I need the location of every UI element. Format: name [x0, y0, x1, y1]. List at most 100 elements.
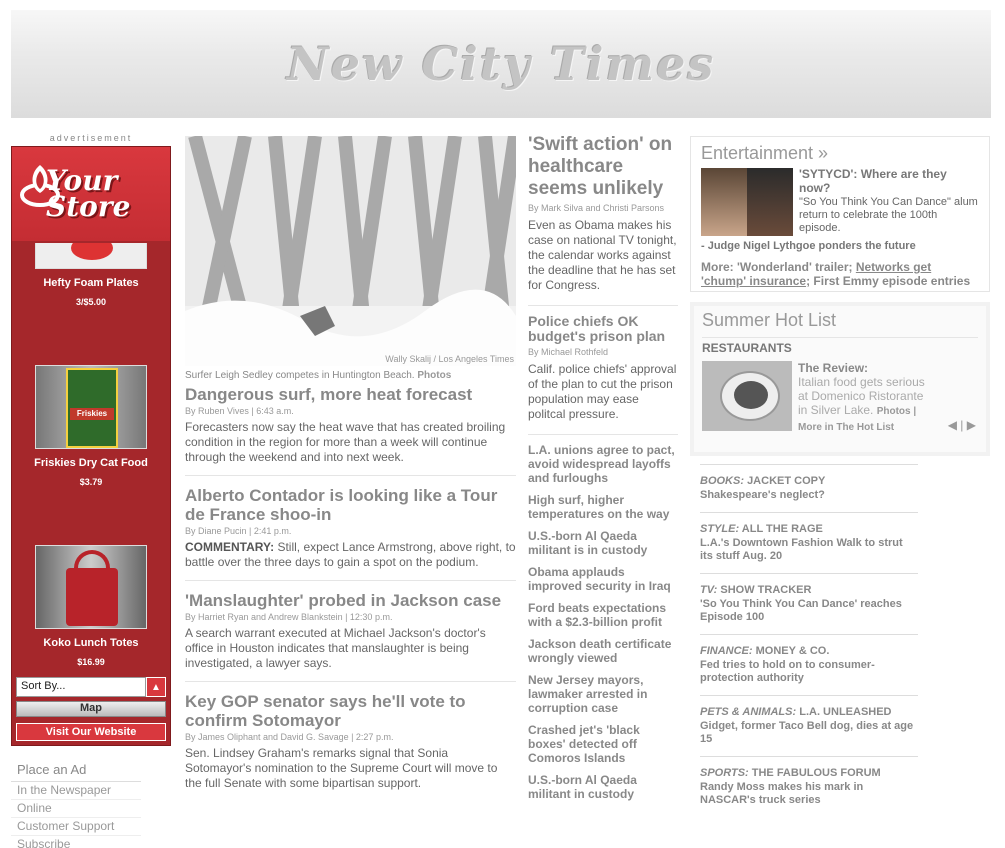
headline-link[interactable]: U.S.-born Al Qaeda militant is in custod… — [528, 529, 678, 557]
section-headline[interactable]: Gidget, former Taco Bell dog, dies at ag… — [700, 720, 918, 746]
divider — [528, 305, 678, 306]
section-name: BOOKS: — [700, 475, 744, 487]
hot-list-category: RESTAURANTS — [702, 337, 978, 355]
entertainment-feature: 'SYTYCD': Where are they now? "So You Th… — [701, 168, 979, 236]
entertainment-box: Entertainment » 'SYTYCD': Where are they… — [690, 136, 990, 292]
section-headline[interactable]: L.A.'s Downtown Fashion Walk to strut it… — [700, 537, 918, 563]
ad-product[interactable]: Friskies Friskies Dry Cat Food $3.79 — [12, 365, 170, 487]
surfer-photo[interactable] — [185, 136, 516, 366]
place-ad-link[interactable]: Customer Support — [11, 818, 141, 836]
place-ad-link[interactable]: Online — [11, 800, 141, 818]
entertainment-more-prefix[interactable]: More: 'Wonderland' trailer; — [701, 260, 853, 274]
story-summary: A search warrant executed at Michael Jac… — [185, 626, 486, 670]
section-kicker: SPORTS: THE FABULOUS FORUM — [700, 767, 918, 779]
masthead[interactable]: New City Times — [11, 10, 991, 118]
story-byline: By James Oliphant and David G. Savage | … — [185, 732, 394, 742]
ad-product[interactable]: Hefty Foam Plates 3/$5.00 — [12, 243, 170, 307]
next-arrow-icon[interactable]: ▶ — [967, 418, 976, 432]
story-headline[interactable]: 'Manslaughter' probed in Jackson case — [185, 591, 516, 610]
visit-website-button[interactable]: Visit Our Website — [16, 723, 166, 741]
separator: | — [960, 418, 964, 432]
section-item[interactable]: STYLE: ALL THE RAGE L.A.'s Downtown Fash… — [700, 512, 918, 573]
sort-select[interactable]: Sort By... — [16, 677, 146, 697]
entertainment-title[interactable]: Entertainment » — [701, 143, 979, 164]
section-kicker: PETS & ANIMALS: L.A. UNLEASHED — [700, 706, 918, 718]
hot-list-box: Summer Hot List RESTAURANTS The Review: … — [690, 302, 990, 456]
column-name: L.A. UNLEASHED — [799, 706, 892, 718]
ad-product-price: $16.99 — [77, 657, 105, 667]
sort-dropdown[interactable]: Sort By... ▲ — [16, 677, 166, 697]
ad-product-name: Koko Lunch Totes — [43, 637, 139, 649]
story: Key GOP senator says he'll vote to confi… — [185, 692, 516, 801]
place-ad-title[interactable]: Place an Ad — [11, 760, 141, 782]
section-item[interactable]: FINANCE: MONEY & CO. Fed tries to hold o… — [700, 634, 918, 695]
hot-list-text: The Review: Italian food gets serious at… — [798, 361, 926, 435]
section-kicker: STYLE: ALL THE RAGE — [700, 523, 918, 535]
ad-product-price: $3.79 — [79, 477, 103, 487]
entertainment-quote: - Judge Nigel Lythgoe ponders the future — [701, 240, 916, 252]
section-item[interactable]: SPORTS: THE FABULOUS FORUM Randy Moss ma… — [700, 756, 918, 817]
dancers-photo[interactable] — [701, 168, 793, 236]
section-headline[interactable]: Shakespeare's neglect? — [700, 489, 918, 502]
story-headline[interactable]: Alberto Contador is looking like a Tour … — [185, 486, 516, 524]
headline-link[interactable]: Obama applauds improved security in Iraq — [528, 565, 678, 593]
ad-product[interactable]: Koko Lunch Totes $16.99 — [12, 545, 170, 667]
hot-list-more-link[interactable]: More in The Hot List — [798, 422, 894, 433]
photo-caption-text: Surfer Leigh Sedley competes in Huntingt… — [185, 370, 415, 381]
lead-headline[interactable]: 'Swift action' on healthcare seems unlik… — [528, 134, 678, 200]
ad-label: advertisement — [49, 133, 133, 143]
headline-link[interactable]: Jackson death certificate wrongly viewed — [528, 637, 678, 665]
lead-story: 'Swift action' on healthcare seems unlik… — [528, 134, 678, 293]
story-headline[interactable]: Key GOP senator says he'll vote to confi… — [185, 692, 516, 730]
section-headline[interactable]: Fed tries to hold on to consumer-protect… — [700, 659, 918, 685]
divider — [528, 434, 678, 435]
headline-link[interactable]: Crashed jet's 'black boxes' detected off… — [528, 723, 678, 765]
place-ad-panel: Place an Ad In the Newspaper Online Cust… — [11, 760, 141, 848]
map-button[interactable]: Map — [16, 701, 166, 717]
story: Dangerous surf, more heat forecast By Ru… — [185, 385, 516, 476]
advertisement-banner[interactable]: Your Store Hefty Foam Plates 3/$5.00 Fri… — [11, 146, 171, 746]
section-headline[interactable]: Randy Moss makes his mark in NASCAR's tr… — [700, 781, 918, 807]
section-kicker: BOOKS: JACKET COPY — [700, 475, 918, 487]
entertainment-headline[interactable]: 'SYTYCD': Where are they now? — [799, 167, 947, 195]
store-logo-icon — [20, 165, 60, 207]
headline-link[interactable]: High surf, higher temperatures on the wa… — [528, 493, 678, 521]
story-headline[interactable]: Dangerous surf, more heat forecast — [185, 385, 516, 404]
hot-list-photos-link[interactable]: Photos | — [877, 406, 916, 417]
lead-summary: Even as Obama makes his case on national… — [528, 218, 677, 292]
column-name: ALL THE RAGE — [741, 523, 823, 535]
sub-headline[interactable]: Police chiefs OK budget's prison plan — [528, 314, 678, 344]
triangle-up-icon[interactable]: ▲ — [146, 677, 166, 697]
section-name: PETS & ANIMALS: — [700, 706, 797, 718]
entertainment-text: 'SYTYCD': Where are they now? "So You Th… — [799, 168, 979, 236]
headline-link[interactable]: Ford beats expectations with a $2.3-bill… — [528, 601, 678, 629]
headline-link[interactable]: L.A. unions agree to pact, avoid widespr… — [528, 443, 678, 485]
section-name: TV: — [700, 584, 718, 596]
story: 'Manslaughter' probed in Jackson case By… — [185, 591, 516, 682]
hot-list-title[interactable]: Summer Hot List — [702, 310, 978, 331]
column-name: SHOW TRACKER — [720, 584, 812, 596]
photo-credit: Wally Skalij / Los Angeles Times — [385, 354, 514, 364]
place-ad-link[interactable]: Subscribe — [11, 836, 141, 848]
place-ad-link[interactable]: In the Newspaper — [11, 782, 141, 800]
story-summary: Forecasters now say the heat wave that h… — [185, 420, 506, 464]
ad-logo[interactable]: Your Store — [12, 147, 170, 241]
sub-summary: Calif. police chiefs' approval of the pl… — [528, 362, 677, 421]
food-photo[interactable] — [702, 361, 792, 431]
sub-byline: By Michael Rothfeld — [528, 347, 609, 357]
entertainment-summary: "So You Think You Can Dance" alum return… — [799, 196, 978, 234]
section-name: FINANCE: — [700, 645, 753, 657]
hot-list-headline[interactable]: The Review: — [798, 361, 868, 375]
headline-link[interactable]: New Jersey mayors, lawmaker arrested in … — [528, 673, 678, 715]
section-item[interactable]: PETS & ANIMALS: L.A. UNLEASHED Gidget, f… — [700, 695, 918, 756]
site-title[interactable]: New City Times — [287, 37, 716, 91]
section-item[interactable]: TV: SHOW TRACKER 'So You Think You Can D… — [700, 573, 918, 634]
headline-link[interactable]: U.S.-born Al Qaeda militant in custody — [528, 773, 678, 801]
photos-link[interactable]: Photos — [417, 370, 451, 381]
section-headline[interactable]: 'So You Think You Can Dance' reaches Epi… — [700, 598, 918, 624]
section-list: BOOKS: JACKET COPY Shakespeare's neglect… — [700, 464, 918, 817]
plates-image — [35, 243, 147, 269]
previous-arrow-icon[interactable]: ◀ — [948, 418, 957, 432]
entertainment-more-suffix[interactable]: ; First Emmy episode entries — [806, 274, 970, 288]
section-item[interactable]: BOOKS: JACKET COPY Shakespeare's neglect… — [700, 464, 918, 512]
